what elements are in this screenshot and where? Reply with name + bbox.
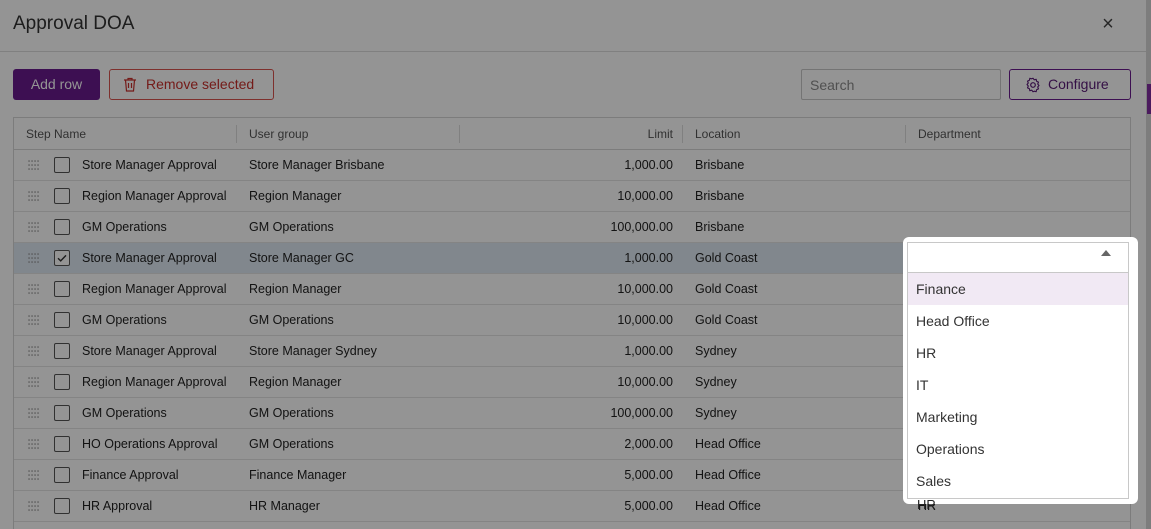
dropdown-option[interactable]: Operations <box>908 433 1128 465</box>
dropdown-option[interactable]: Sales <box>908 465 1128 497</box>
app-accent-bar <box>1147 84 1151 114</box>
dropdown-option[interactable]: Head Office <box>908 305 1128 337</box>
caret-up-icon[interactable] <box>1101 250 1111 256</box>
department-options-list: Finance Head Office HR IT Marketing Operation… <box>907 273 1129 499</box>
department-select-input[interactable] <box>907 242 1129 273</box>
dropdown-option[interactable]: HR <box>908 337 1128 369</box>
dropdown-option[interactable]: Finance <box>908 273 1128 305</box>
department-dropdown: Finance Head Office HR IT Marketing Operation… <box>903 237 1138 504</box>
dropdown-option[interactable]: IT <box>908 369 1128 401</box>
department-cell-hr: HR <box>917 497 936 512</box>
dropdown-option[interactable]: Marketing <box>908 401 1128 433</box>
